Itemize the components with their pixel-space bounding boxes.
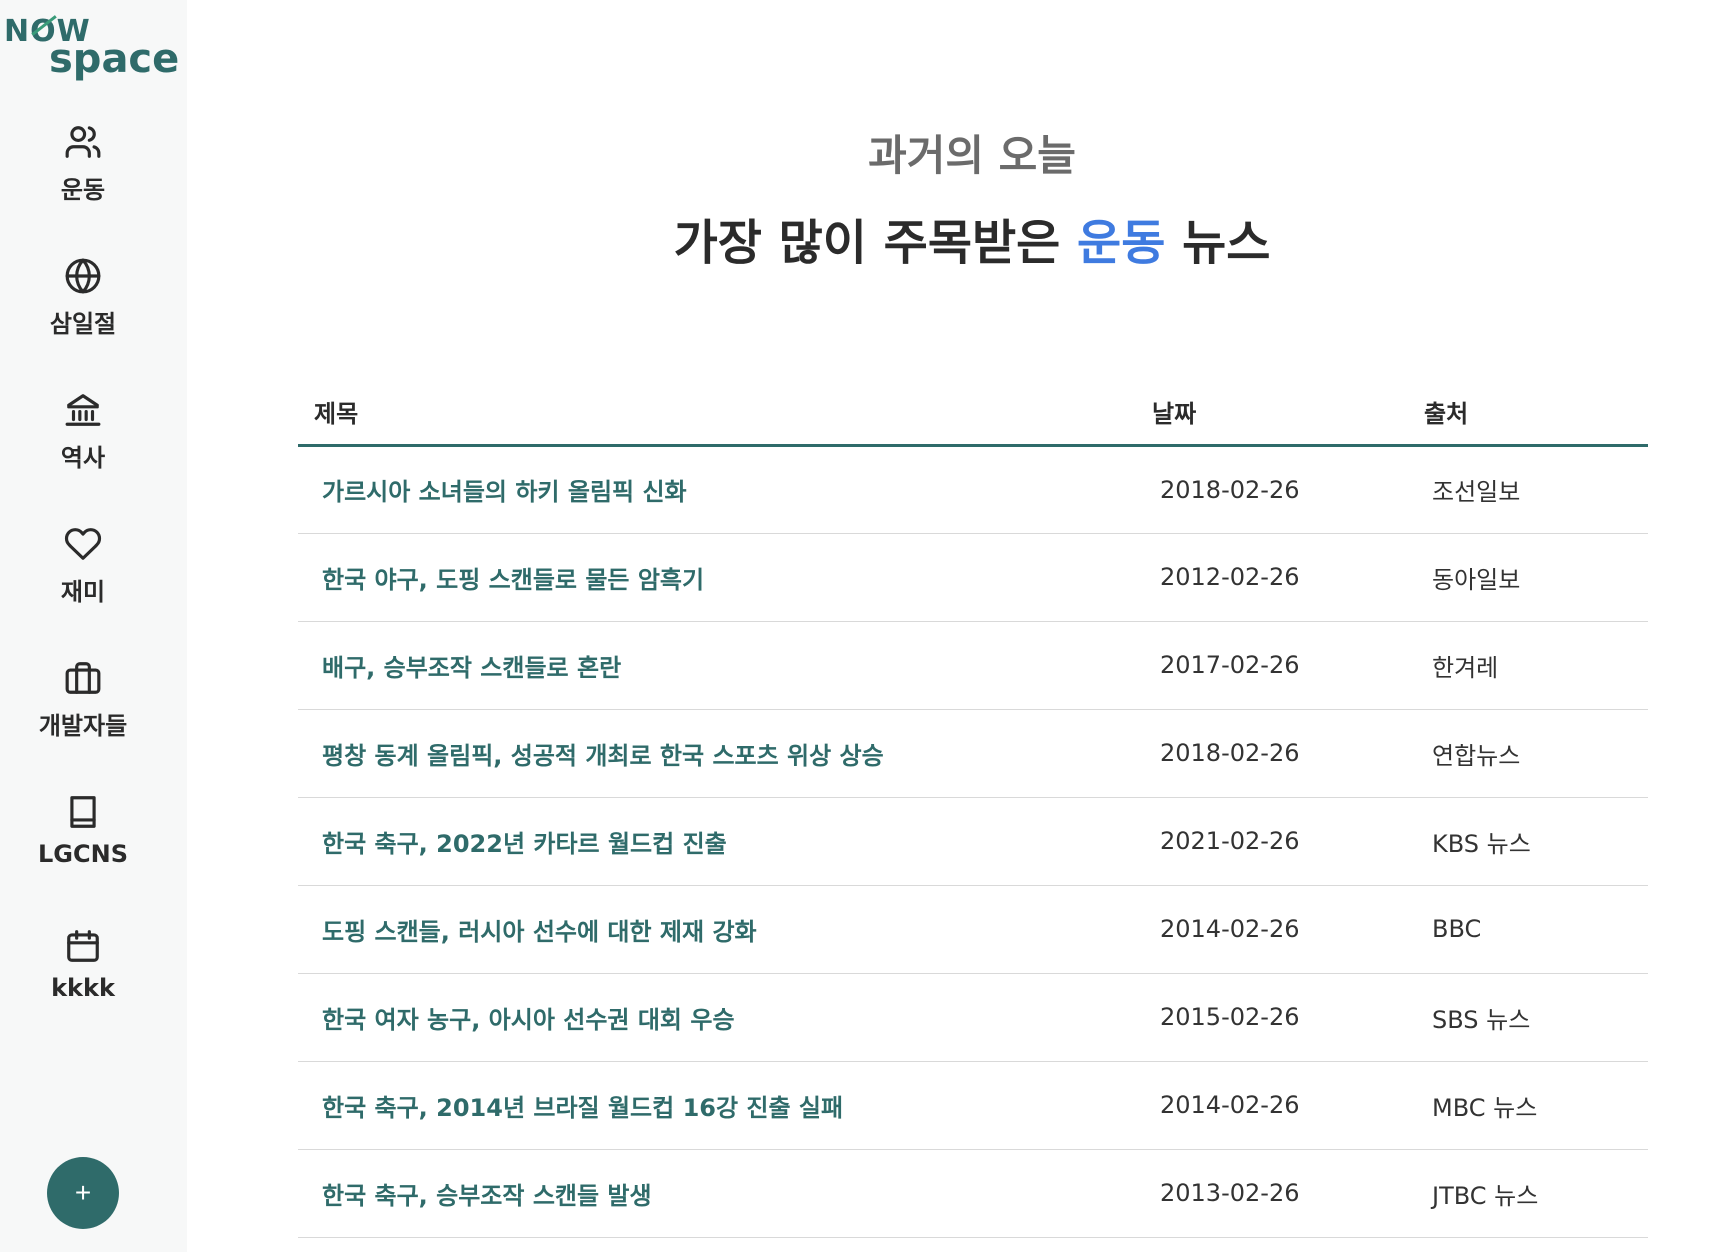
calendar-icon: [63, 926, 103, 966]
table-row[interactable]: 한국 축구, 2022년 카타르 월드컵 진출 2021-02-26 KBS 뉴…: [298, 797, 1648, 886]
main-content: 과거의 오늘 가장 많이 주목받은 운동 뉴스 제목 날짜 출처 가르시아 소녀…: [187, 0, 1710, 1252]
news-source: JTBC 뉴스: [1408, 1149, 1648, 1238]
news-source: 동아일보: [1408, 533, 1648, 622]
news-table: 제목 날짜 출처 가르시아 소녀들의 하키 올림픽 신화 2018-02-26 …: [298, 380, 1648, 1238]
news-date: 2015-02-26: [1136, 973, 1408, 1062]
news-title-link[interactable]: 가르시아 소녀들의 하키 올림픽 신화: [298, 445, 1136, 534]
news-title-link[interactable]: 평창 동계 올림픽, 성공적 개최로 한국 스포츠 위상 상승: [298, 709, 1136, 798]
briefcase-icon: [63, 658, 103, 698]
sidebar-item-fun[interactable]: 재미: [0, 524, 166, 624]
sidebar-item-exercise[interactable]: 운동: [0, 122, 166, 222]
headline-prefix: 가장 많이 주목받은: [673, 215, 1078, 271]
news-title-link[interactable]: 한국 야구, 도핑 스캔들로 물든 암흑기: [298, 533, 1136, 622]
globe-icon: [63, 256, 103, 296]
table-header: 제목 날짜 출처: [298, 380, 1648, 447]
column-header-date: 날짜: [1136, 380, 1408, 447]
table-row[interactable]: 한국 야구, 도핑 스캔들로 물든 암흑기 2012-02-26 동아일보: [298, 533, 1648, 622]
table-row[interactable]: 한국 축구, 승부조작 스캔들 발생 2013-02-26 JTBC 뉴스: [298, 1149, 1648, 1238]
sidebar-item-label: 개발자들: [38, 712, 128, 740]
sidebar-item-history[interactable]: 역사: [0, 390, 166, 490]
news-source: BBC: [1408, 885, 1648, 974]
page-title: 가장 많이 주목받은 운동 뉴스: [187, 203, 1710, 273]
book-icon: [63, 792, 103, 832]
sidebar-item-kkkk[interactable]: kkkk: [0, 926, 166, 1026]
news-title-link[interactable]: 도핑 스캔들, 러시아 선수에 대한 제재 강화: [298, 885, 1136, 974]
page-subtitle: 과거의 오늘: [868, 131, 1076, 180]
table-row[interactable]: 도핑 스캔들, 러시아 선수에 대한 제재 강화 2014-02-26 BBC: [298, 885, 1648, 974]
news-source: 한겨레: [1408, 621, 1648, 710]
news-source: KBS 뉴스: [1408, 797, 1648, 886]
headline-suffix: 뉴스: [1165, 215, 1271, 271]
sidebar-item-label: kkkk: [51, 974, 115, 1002]
news-title-link[interactable]: 한국 축구, 승부조작 스캔들 발생: [298, 1149, 1136, 1238]
sidebar-item-developers[interactable]: 개발자들: [0, 658, 166, 758]
app: NOW space 운동 삼일절 역사 재미 개발자들 LGCNS kkkk +…: [0, 0, 1710, 1252]
news-title-link[interactable]: 한국 축구, 2014년 브라질 월드컵 16강 진출 실패: [298, 1061, 1136, 1150]
headline-category: 운동: [1077, 215, 1166, 271]
news-source: MBC 뉴스: [1408, 1061, 1648, 1150]
news-date: 2018-02-26: [1136, 445, 1408, 534]
column-header-source: 출처: [1408, 380, 1648, 447]
column-header-title: 제목: [298, 380, 1136, 447]
sidebar-item-label: 운동: [60, 176, 106, 204]
sidebar-item-label: LGCNS: [38, 840, 128, 868]
sidebar: NOW space 운동 삼일절 역사 재미 개발자들 LGCNS kkkk +: [0, 0, 187, 1252]
news-source: 조선일보: [1408, 445, 1648, 534]
news-source: 연합뉴스: [1408, 709, 1648, 798]
sidebar-item-label: 역사: [60, 444, 106, 472]
news-title-link[interactable]: 한국 축구, 2022년 카타르 월드컵 진출: [298, 797, 1136, 886]
news-date: 2021-02-26: [1136, 797, 1408, 886]
table-body: 가르시아 소녀들의 하키 올림픽 신화 2018-02-26 조선일보 한국 야…: [298, 445, 1648, 1238]
news-source: SBS 뉴스: [1408, 973, 1648, 1062]
news-date: 2012-02-26: [1136, 533, 1408, 622]
add-button[interactable]: +: [47, 1157, 119, 1229]
table-row[interactable]: 배구, 승부조작 스캔들로 혼란 2017-02-26 한겨레: [298, 621, 1648, 710]
heart-icon: [63, 524, 103, 564]
logo[interactable]: NOW space: [2, 12, 182, 82]
news-date: 2017-02-26: [1136, 621, 1408, 710]
users-icon: [63, 122, 103, 162]
bank-icon: [63, 390, 103, 430]
table-row[interactable]: 가르시아 소녀들의 하키 올림픽 신화 2018-02-26 조선일보: [298, 445, 1648, 534]
logo-space-text: space: [49, 36, 180, 82]
table-row[interactable]: 한국 축구, 2014년 브라질 월드컵 16강 진출 실패 2014-02-2…: [298, 1061, 1648, 1150]
news-title-link[interactable]: 한국 여자 농구, 아시아 선수권 대회 우승: [298, 973, 1136, 1062]
sidebar-item-lgcns[interactable]: LGCNS: [0, 792, 166, 892]
sidebar-item-samiljeol[interactable]: 삼일절: [0, 256, 166, 356]
table-row[interactable]: 한국 여자 농구, 아시아 선수권 대회 우승 2015-02-26 SBS 뉴…: [298, 973, 1648, 1062]
news-title-link[interactable]: 배구, 승부조작 스캔들로 혼란: [298, 621, 1136, 710]
sidebar-item-label: 재미: [60, 578, 106, 606]
news-date: 2014-02-26: [1136, 1061, 1408, 1150]
table-row[interactable]: 평창 동계 올림픽, 성공적 개최로 한국 스포츠 위상 상승 2018-02-…: [298, 709, 1648, 798]
news-date: 2013-02-26: [1136, 1149, 1408, 1238]
sidebar-item-label: 삼일절: [49, 310, 117, 338]
table-header-row: 제목 날짜 출처: [298, 380, 1648, 447]
news-date: 2018-02-26: [1136, 709, 1408, 798]
news-date: 2014-02-26: [1136, 885, 1408, 974]
